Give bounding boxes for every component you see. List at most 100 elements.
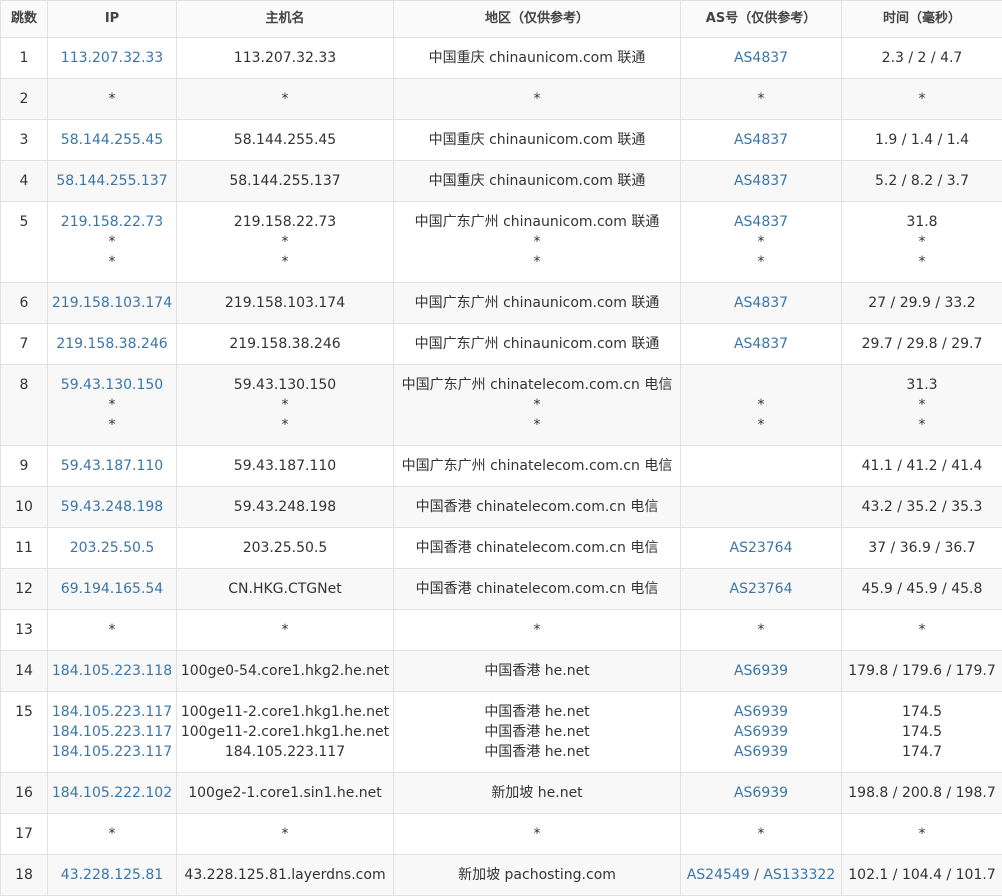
ip-link[interactable]: 59.43.187.110 [50, 456, 174, 476]
as-cell: ** [681, 365, 842, 446]
ip-link[interactable]: 69.194.165.54 [50, 579, 174, 599]
location-text: * [396, 89, 678, 109]
time-text: 174.7 [844, 742, 1000, 762]
table-row: 959.43.187.11059.43.187.110中国广东广州 chinat… [1, 446, 1002, 487]
ip-link[interactable]: 184.105.223.117 [50, 722, 174, 742]
as-line: AS6939 [683, 702, 839, 722]
as-line: * [683, 89, 839, 109]
time-cell: 31.3** [842, 365, 1002, 446]
as-link[interactable]: AS6939 [734, 724, 788, 740]
ip-link[interactable]: 184.105.223.118 [50, 661, 174, 681]
location-cell: 中国重庆 chinaunicom.com 联通 [394, 120, 681, 161]
hostname-text: 100ge2-1.core1.sin1.he.net [179, 783, 391, 803]
ip-link[interactable]: 184.105.222.102 [50, 783, 174, 803]
time-cell: * [842, 610, 1002, 651]
time-text: 5.2 / 8.2 / 3.7 [844, 171, 1000, 191]
as-link[interactable]: AS4837 [734, 295, 788, 311]
as-link[interactable]: AS23764 [730, 581, 793, 597]
location-cell: 中国广东广州 chinatelecom.com.cn 电信** [394, 365, 681, 446]
time-text: * [844, 395, 1000, 415]
ip-link[interactable]: 184.105.223.117 [50, 702, 174, 722]
hostname-cell: 100ge2-1.core1.sin1.he.net [177, 773, 394, 814]
location-text: 中国重庆 chinaunicom.com 联通 [396, 48, 678, 68]
ip-cell: 59.43.130.150** [48, 365, 177, 446]
time-text: * [844, 252, 1000, 272]
hop-cell: 6 [1, 283, 48, 324]
hop-cell: 1 [1, 38, 48, 79]
as-line: AS6939 [683, 661, 839, 681]
as-link[interactable]: AS4837 [734, 50, 788, 66]
time-text: 41.1 / 41.2 / 41.4 [844, 456, 1000, 476]
as-cell: AS6939 [681, 773, 842, 814]
location-cell: 中国广东广州 chinaunicom.com 联通 [394, 324, 681, 365]
as-link[interactable]: AS4837 [734, 336, 788, 352]
hostname-text: * [179, 620, 391, 640]
hostname-text: 58.144.255.137 [179, 171, 391, 191]
time-cell: 1.9 / 1.4 / 1.4 [842, 120, 1002, 161]
hostname-text: 219.158.38.246 [179, 334, 391, 354]
location-cell: * [394, 610, 681, 651]
as-line: * [683, 415, 839, 435]
as-line: AS4837 [683, 212, 839, 232]
ip-link[interactable]: 113.207.32.33 [50, 48, 174, 68]
time-cell: 2.3 / 2 / 4.7 [842, 38, 1002, 79]
hostname-cell: CN.HKG.CTGNet [177, 569, 394, 610]
as-line: AS6939 [683, 742, 839, 762]
hop-cell: 15 [1, 692, 48, 773]
time-text: 174.5 [844, 702, 1000, 722]
as-line: AS4837 [683, 130, 839, 150]
ip-link[interactable]: 219.158.103.174 [50, 293, 174, 313]
as-line: AS6939 [683, 783, 839, 803]
hostname-cell: 100ge11-2.core1.hkg1.he.net100ge11-2.cor… [177, 692, 394, 773]
ip-link[interactable]: 59.43.248.198 [50, 497, 174, 517]
as-link[interactable]: AS133322 [763, 867, 835, 883]
ip-cell: 219.158.22.73** [48, 202, 177, 283]
as-link[interactable]: AS4837 [734, 132, 788, 148]
time-text: * [844, 620, 1000, 640]
time-text: 31.3 [844, 375, 1000, 395]
ip-link[interactable]: 184.105.223.117 [50, 742, 174, 762]
table-row: 6219.158.103.174219.158.103.174中国广东广州 ch… [1, 283, 1002, 324]
as-link[interactable]: AS23764 [730, 540, 793, 556]
hop-cell: 7 [1, 324, 48, 365]
header-as-number: AS号（仅供参考） [681, 1, 842, 38]
as-link[interactable]: AS6939 [734, 785, 788, 801]
table-row: 2***** [1, 79, 1002, 120]
ip-link[interactable]: 219.158.22.73 [50, 212, 174, 232]
table-row: 458.144.255.13758.144.255.137中国重庆 chinau… [1, 161, 1002, 202]
ip-cell: 58.144.255.137 [48, 161, 177, 202]
as-link[interactable]: AS6939 [734, 704, 788, 720]
hostname-cell: 59.43.130.150** [177, 365, 394, 446]
table-row: 15184.105.223.117184.105.223.117184.105.… [1, 692, 1002, 773]
hostname-text: 100ge11-2.core1.hkg1.he.net [179, 722, 391, 742]
table-row: 17***** [1, 814, 1002, 855]
as-link[interactable]: AS6939 [734, 744, 788, 760]
hostname-cell: 58.144.255.45 [177, 120, 394, 161]
hop-cell: 2 [1, 79, 48, 120]
ip-link[interactable]: 219.158.38.246 [50, 334, 174, 354]
ip-link[interactable]: 58.144.255.45 [50, 130, 174, 150]
location-text: 中国重庆 chinaunicom.com 联通 [396, 171, 678, 191]
hostname-text: 184.105.223.117 [179, 742, 391, 762]
ip-link[interactable]: 203.25.50.5 [50, 538, 174, 558]
ip-link[interactable]: 59.43.130.150 [50, 375, 174, 395]
as-cell: AS4837 [681, 283, 842, 324]
as-link[interactable]: AS6939 [734, 663, 788, 679]
as-text: * [758, 622, 765, 638]
hostname-text: 59.43.130.150 [179, 375, 391, 395]
ip-text: * [50, 395, 174, 415]
as-link[interactable]: AS24549 [687, 867, 750, 883]
hostname-cell: * [177, 79, 394, 120]
ip-link[interactable]: 58.144.255.137 [50, 171, 174, 191]
ip-cell: 43.228.125.81 [48, 855, 177, 896]
as-link[interactable]: AS4837 [734, 214, 788, 230]
ip-cell: 113.207.32.33 [48, 38, 177, 79]
as-line: AS24549 / AS133322 [683, 865, 839, 885]
as-text: * [758, 417, 765, 433]
hostname-cell: 219.158.38.246 [177, 324, 394, 365]
as-link[interactable]: AS4837 [734, 173, 788, 189]
hostname-text: * [179, 824, 391, 844]
ip-cell: 219.158.38.246 [48, 324, 177, 365]
ip-link[interactable]: 43.228.125.81 [50, 865, 174, 885]
ip-text: * [50, 89, 174, 109]
